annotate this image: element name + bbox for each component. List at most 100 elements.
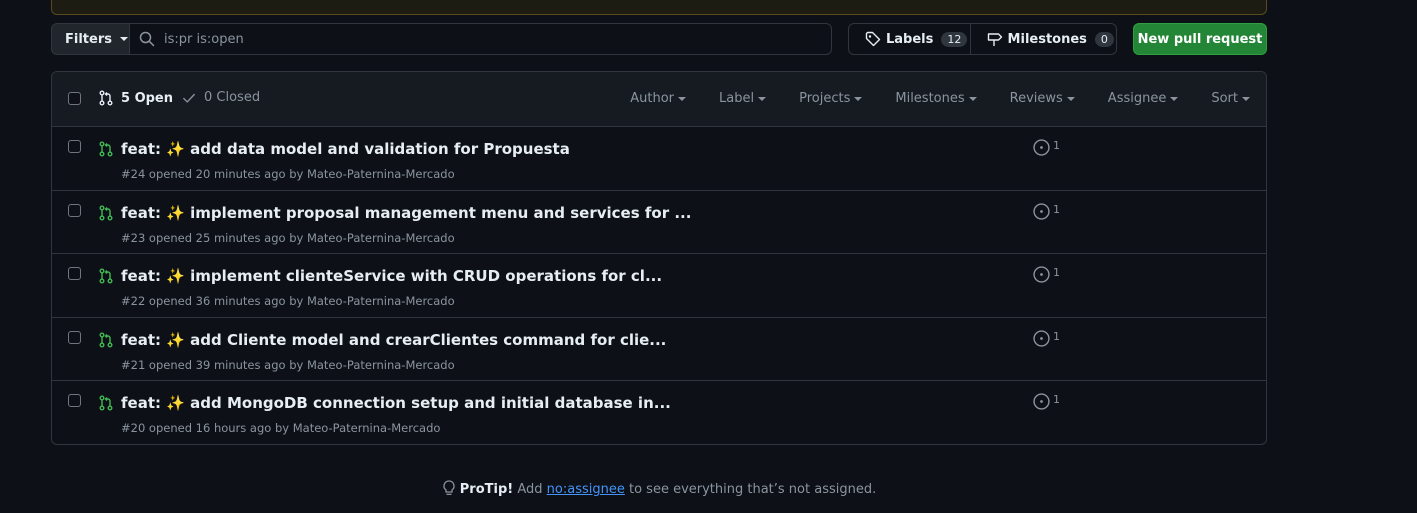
protip-after: to see everything that’s not assigned. bbox=[628, 482, 877, 497]
sparkles-icon: ✨ bbox=[166, 394, 185, 413]
chevron-down-icon bbox=[854, 96, 863, 101]
linked-count: 1 bbox=[1053, 139, 1060, 152]
toolbar: Filters Labels 12 Milestones 0 New pull … bbox=[51, 23, 1267, 55]
chevron-down-icon bbox=[1066, 96, 1075, 101]
protip-link[interactable]: no:assignee bbox=[547, 482, 625, 497]
light-bulb-icon bbox=[443, 480, 455, 495]
table-row: feat: ✨ add Cliente model and crearClien… bbox=[52, 318, 1266, 382]
linked-count: 1 bbox=[1053, 329, 1060, 343]
sparkles-icon: ✨ bbox=[166, 330, 185, 349]
pull-request-meta: #22 opened 36 minutes ago by Mateo-Pater… bbox=[121, 294, 455, 309]
issue-opened-icon bbox=[1033, 393, 1050, 411]
chevron-down-icon bbox=[968, 96, 977, 101]
open-pull-request-icon bbox=[99, 395, 113, 411]
linked-issues[interactable]: 1 bbox=[1033, 139, 1060, 156]
table-row: feat: ✨ add MongoDB connection setup and… bbox=[52, 381, 1266, 444]
linked-count: 1 bbox=[1053, 266, 1060, 280]
select-all-checkbox[interactable] bbox=[68, 92, 81, 105]
assignee-filter[interactable]: Assignee bbox=[1108, 91, 1179, 106]
filter-label: Assignee bbox=[1107, 91, 1167, 106]
pr-title-text: add MongoDB connection setup and initial… bbox=[190, 394, 671, 413]
linked-issues[interactable]: 1 bbox=[1033, 203, 1060, 220]
labels-milestones-group: Labels 12 Milestones 0 bbox=[848, 23, 1117, 55]
pr-title-text: implement proposal management menu and s… bbox=[190, 203, 692, 222]
protip-lead: ProTip! bbox=[459, 482, 514, 497]
closed-filter[interactable]: 0 Closed bbox=[182, 90, 260, 105]
issue-opened-icon bbox=[1033, 330, 1050, 347]
pr-prefix: feat: bbox=[121, 394, 161, 413]
pull-request-title[interactable]: feat: ✨ add data model and validation fo… bbox=[121, 140, 570, 158]
pull-request-title[interactable]: feat: ✨ implement proposal management me… bbox=[121, 204, 691, 222]
search-icon bbox=[139, 31, 155, 47]
issue-opened-icon bbox=[1033, 139, 1050, 156]
pull-request-list: 5 Open 0 Closed Author Label Projects Mi… bbox=[51, 71, 1267, 445]
pull-request-meta: #24 opened 20 minutes ago by Mateo-Pater… bbox=[121, 167, 455, 181]
filter-label: Author bbox=[630, 91, 675, 106]
pr-prefix: feat: bbox=[121, 267, 161, 286]
table-row: feat: ✨ implement proposal management me… bbox=[52, 191, 1266, 255]
linked-issues[interactable]: 1 bbox=[1033, 266, 1060, 283]
filters-button[interactable]: Filters bbox=[51, 23, 130, 55]
chevron-down-icon bbox=[678, 96, 687, 101]
label-filter[interactable]: Label bbox=[719, 91, 767, 106]
sort-filter[interactable]: Sort bbox=[1211, 91, 1250, 106]
filter-label: Sort bbox=[1211, 91, 1238, 106]
linked-issues[interactable]: 1 bbox=[1033, 330, 1060, 347]
top-banner bbox=[51, 0, 1267, 15]
sparkles-icon: ✨ bbox=[166, 140, 185, 158]
labels-label: Labels bbox=[886, 31, 934, 47]
pr-title-text: add Cliente model and crearClientes comm… bbox=[190, 330, 667, 349]
milestone-icon bbox=[987, 33, 1002, 46]
list-header: 5 Open 0 Closed Author Label Projects Mi… bbox=[52, 72, 1266, 127]
chevron-down-icon bbox=[1242, 96, 1250, 101]
linked-issues[interactable]: 1 bbox=[1033, 393, 1060, 411]
author-filter[interactable]: Author bbox=[630, 91, 687, 106]
labels-button[interactable]: Labels 12 bbox=[849, 24, 971, 54]
filter-label: Projects bbox=[799, 91, 851, 106]
protip-before: Add bbox=[517, 482, 543, 497]
filters-label: Filters bbox=[65, 31, 112, 47]
projects-filter[interactable]: Projects bbox=[799, 91, 863, 106]
linked-count: 1 bbox=[1053, 393, 1060, 407]
row-checkbox[interactable] bbox=[68, 140, 81, 153]
milestones-filter[interactable]: Milestones bbox=[895, 91, 977, 106]
search-box[interactable] bbox=[129, 23, 832, 55]
sparkles-icon: ✨ bbox=[166, 267, 185, 286]
pull-request-title[interactable]: feat: ✨ implement clienteService with CR… bbox=[121, 267, 662, 285]
reviews-filter[interactable]: Reviews bbox=[1010, 91, 1075, 106]
open-pull-request-icon bbox=[99, 205, 113, 221]
chevron-down-icon bbox=[1170, 96, 1179, 101]
check-icon bbox=[183, 93, 195, 103]
milestones-count: 0 bbox=[1094, 31, 1114, 47]
closed-count-label: 0 Closed bbox=[204, 90, 261, 105]
header-filters: Author Label Projects Milestones Reviews… bbox=[630, 91, 1250, 106]
pr-prefix: feat: bbox=[121, 140, 161, 158]
pr-title-text: add data model and validation for Propue… bbox=[190, 140, 570, 158]
row-checkbox[interactable] bbox=[68, 203, 81, 217]
pr-prefix: feat: bbox=[121, 330, 161, 349]
pull-request-title[interactable]: feat: ✨ add Cliente model and crearClien… bbox=[121, 331, 666, 349]
open-count-label: 5 Open bbox=[121, 90, 173, 106]
chevron-down-icon bbox=[758, 96, 767, 101]
row-checkbox[interactable] bbox=[68, 394, 81, 408]
open-filter[interactable]: 5 Open bbox=[98, 90, 173, 106]
milestones-button[interactable]: Milestones 0 bbox=[971, 24, 1116, 54]
pull-request-rows: feat: ✨ add data model and validation fo… bbox=[52, 127, 1266, 444]
linked-count: 1 bbox=[1053, 202, 1060, 216]
search-input[interactable] bbox=[164, 31, 764, 47]
pull-request-title[interactable]: feat: ✨ add MongoDB connection setup and… bbox=[121, 394, 671, 412]
filter-label: Label bbox=[719, 91, 755, 106]
pull-request-meta: #23 opened 25 minutes ago by Mateo-Pater… bbox=[121, 230, 455, 245]
issue-opened-icon bbox=[1033, 202, 1050, 220]
issue-opened-icon bbox=[1033, 266, 1050, 283]
tag-icon bbox=[865, 31, 881, 47]
open-pull-request-icon bbox=[99, 268, 113, 284]
pull-request-icon bbox=[99, 90, 113, 106]
new-pull-request-button[interactable]: New pull request bbox=[1133, 23, 1267, 55]
sparkles-icon: ✨ bbox=[166, 203, 185, 222]
table-row: feat: ✨ implement clienteService with CR… bbox=[52, 254, 1266, 318]
pull-request-meta: #21 opened 39 minutes ago by Mateo-Pater… bbox=[121, 357, 455, 372]
chevron-down-icon bbox=[119, 37, 128, 41]
row-checkbox[interactable] bbox=[68, 330, 81, 344]
row-checkbox[interactable] bbox=[68, 267, 81, 281]
